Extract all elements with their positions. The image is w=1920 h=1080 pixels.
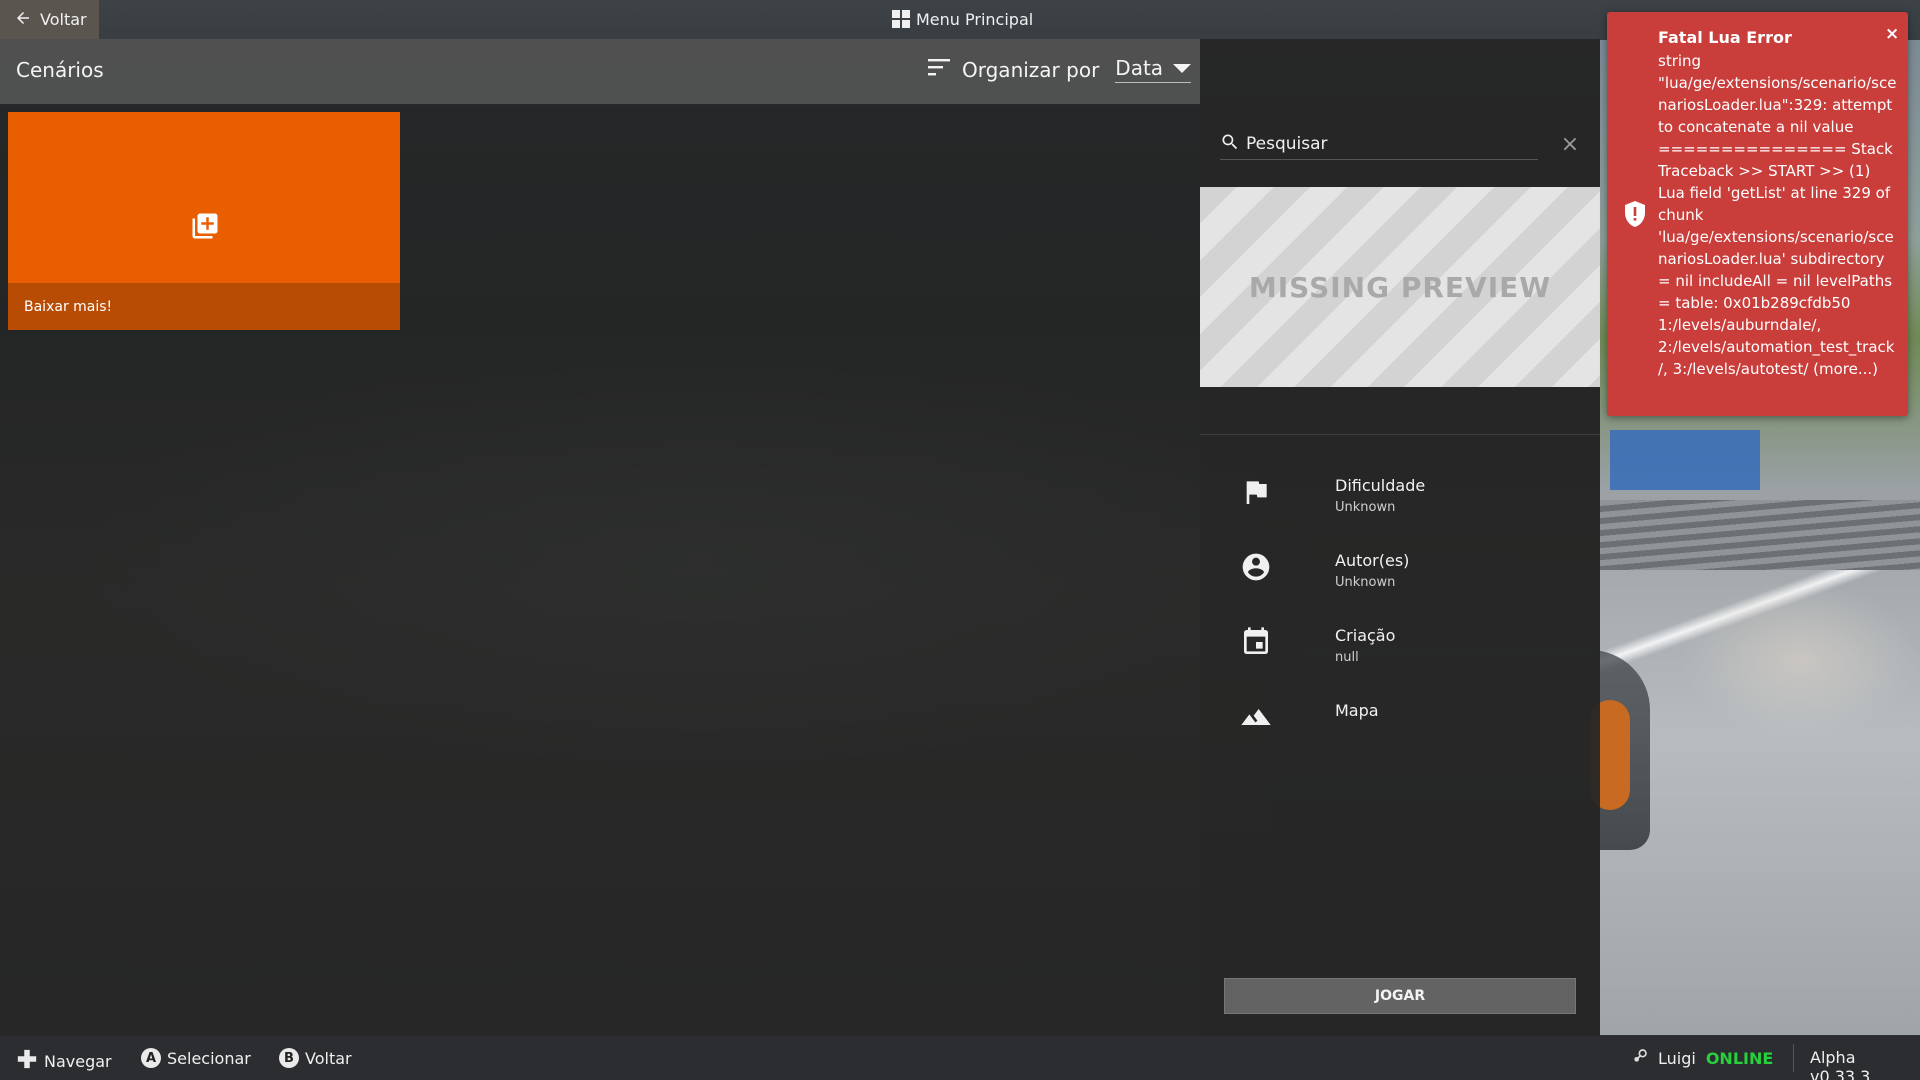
steam-icon xyxy=(1632,1048,1648,1068)
background-barrier xyxy=(1600,500,1920,570)
hint-select: A Selecionar xyxy=(141,1048,251,1068)
divider xyxy=(1200,434,1600,435)
terrain-icon xyxy=(1240,701,1272,733)
username: Luigi xyxy=(1658,1048,1696,1068)
toast-title: Fatal Lua Error xyxy=(1658,28,1792,47)
back-button[interactable]: Voltar xyxy=(0,0,99,39)
sort-control: Organizar por Data xyxy=(928,56,1192,83)
hint-label: Selecionar xyxy=(167,1048,251,1068)
search-field[interactable]: Pesquisar xyxy=(1220,129,1538,160)
shield-alert-icon xyxy=(1623,200,1647,228)
sort-label: Organizar por xyxy=(962,57,1100,82)
user-status[interactable]: Luigi ONLINE xyxy=(1632,1048,1773,1068)
info-label: Dificuldade xyxy=(1335,476,1426,495)
search-icon xyxy=(1220,132,1240,157)
online-status-badge: ONLINE xyxy=(1705,1048,1774,1068)
tile-label: Baixar mais! xyxy=(24,298,113,315)
info-map: Mapa xyxy=(1240,701,1580,751)
version-label: Alpha v0.33.3 xyxy=(1810,1048,1871,1080)
toast-message: string "lua/ge/extensions/scenario/scena… xyxy=(1658,52,1897,378)
hint-label: Voltar xyxy=(305,1048,352,1068)
info-authors: Autor(es) Unknown xyxy=(1240,551,1580,601)
sort-select-value: Data xyxy=(1115,56,1164,80)
flag-icon xyxy=(1240,476,1272,508)
info-label: Criação xyxy=(1335,626,1396,645)
details-panel: Pesquisar × MISSING PREVIEW Dificuldade … xyxy=(1200,39,1600,1036)
info-label: Mapa xyxy=(1335,701,1379,720)
a-button-icon: A xyxy=(141,1048,161,1068)
account-circle-icon xyxy=(1240,551,1272,583)
close-icon[interactable]: × xyxy=(1885,24,1899,44)
background-smoke xyxy=(1680,580,1920,740)
close-icon[interactable]: × xyxy=(1560,134,1580,156)
dpad-icon xyxy=(16,1048,38,1074)
bottom-bar: Navegar A Selecionar B Voltar Luigi ONLI… xyxy=(0,1036,1920,1080)
scenarios-header: Cenários Organizar por Data xyxy=(0,39,1200,104)
back-button-label: Voltar xyxy=(40,10,87,29)
search-placeholder: Pesquisar xyxy=(1246,134,1328,154)
info-value: Unknown xyxy=(1335,500,1396,515)
library-add-icon xyxy=(190,211,220,241)
info-value: null xyxy=(1335,650,1359,665)
arrow-left-icon xyxy=(14,9,32,31)
info-created: Criação null xyxy=(1240,626,1580,676)
info-value: Unknown xyxy=(1335,575,1396,590)
page-title: Cenários xyxy=(16,58,104,82)
chevron-down-icon xyxy=(1173,63,1192,73)
b-button-icon: B xyxy=(279,1048,299,1068)
hint-label: Navegar xyxy=(44,1051,112,1071)
info-difficulty: Dificuldade Unknown xyxy=(1240,476,1580,526)
dashboard-icon xyxy=(892,10,910,28)
sort-icon xyxy=(928,57,952,82)
background-tent xyxy=(1610,430,1760,490)
scenario-list: Baixar mais! xyxy=(0,104,1200,1036)
preview-placeholder-text: MISSING PREVIEW xyxy=(1248,270,1552,304)
play-button[interactable]: JOGAR xyxy=(1224,978,1576,1014)
main-menu-button[interactable]: Menu Principal xyxy=(892,8,1033,30)
scenario-preview: MISSING PREVIEW xyxy=(1200,187,1600,387)
download-more-tile[interactable]: Baixar mais! xyxy=(8,112,400,330)
hint-back: B Voltar xyxy=(279,1048,352,1068)
info-label: Autor(es) xyxy=(1335,551,1410,570)
hint-navigate: Navegar xyxy=(16,1048,112,1074)
calendar-icon xyxy=(1240,626,1272,658)
error-toast: × Fatal Lua Error string "lua/ge/extensi… xyxy=(1607,12,1908,416)
main-menu-label: Menu Principal xyxy=(916,9,1034,29)
sort-select[interactable]: Data xyxy=(1115,56,1192,83)
divider xyxy=(1793,1044,1794,1072)
tile-footer: Baixar mais! xyxy=(8,283,400,330)
